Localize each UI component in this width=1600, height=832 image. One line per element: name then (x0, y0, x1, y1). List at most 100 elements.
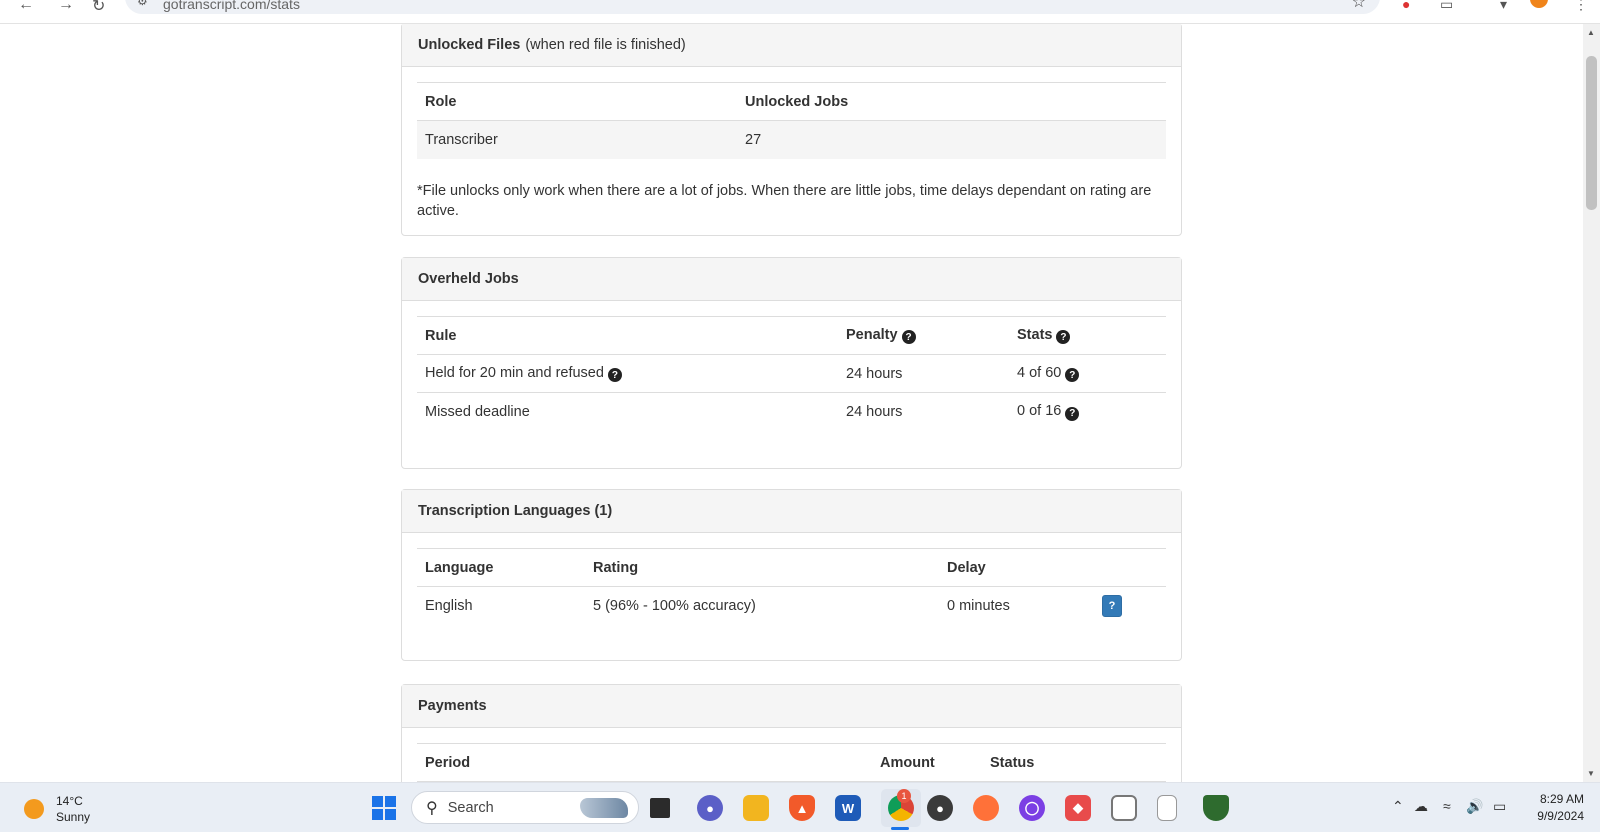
penalty-cell: 24 hours (838, 392, 1009, 431)
question-icon[interactable]: ? (1065, 368, 1080, 383)
weather-desc: Sunny (56, 810, 91, 824)
col-role: Role (417, 82, 737, 121)
tor-browser-icon[interactable]: ◯ (1019, 795, 1045, 821)
site-info-icon[interactable]: ⚙ (137, 0, 148, 8)
question-icon[interactable]: ? (1056, 330, 1071, 345)
battery-icon[interactable]: ▭ (1493, 798, 1506, 815)
system-clock[interactable]: 8:29 AM 9/9/2024 (1520, 791, 1584, 825)
search-icon: ⚲ (426, 799, 438, 817)
rating-cell: 5 (96% - 100% accuracy) (585, 586, 939, 625)
col-amount: Amount (872, 743, 982, 782)
table-row: Held for 20 min and refused? 24 hours 4 … (417, 354, 1166, 393)
word-icon[interactable]: W (835, 795, 861, 821)
unlocked-files-subtitle: (when red file is finished) (525, 37, 686, 53)
overheld-jobs-heading: Overheld Jobs (402, 258, 1181, 301)
fl-studio-icon[interactable]: ● (927, 795, 953, 821)
languages-table: Language Rating Delay English 5 (96% - 1… (417, 548, 1166, 625)
browser-menu-icon[interactable]: ⋮ (1574, 0, 1588, 13)
penalty-cell: 24 hours (838, 354, 1009, 393)
role-cell: Transcriber (417, 120, 737, 159)
rule-cell: Missed deadline (417, 392, 838, 431)
scrollbar-thumb[interactable] (1586, 56, 1597, 210)
extension-blocked-icon[interactable]: ● (1402, 0, 1410, 12)
languages-panel: Transcription Languages (1) Language Rat… (401, 489, 1182, 661)
onedrive-cloud-icon[interactable]: ☁ (1414, 798, 1428, 815)
overheld-jobs-panel: Overheld Jobs Rule Penalty? Stats? Held … (401, 257, 1182, 469)
chrome-badge: 1 (897, 789, 911, 803)
sun-icon (24, 799, 44, 819)
page-scrollbar[interactable]: ▲ ▼ (1583, 24, 1600, 782)
help-cell: ? (1094, 586, 1166, 625)
rule-label: Held for 20 min and refused (425, 364, 604, 381)
downloads-icon[interactable]: ▭ (1440, 0, 1453, 13)
file-explorer-icon[interactable] (743, 795, 769, 821)
col-stats: Stats? (1009, 316, 1166, 355)
col-penalty: Penalty? (838, 316, 1009, 355)
payments-title: Payments (418, 698, 487, 714)
table-row: English 5 (96% - 100% accuracy) 0 minute… (417, 586, 1166, 625)
col-status: Status (982, 743, 1166, 782)
table-row: Transcriber 27 (417, 120, 1166, 159)
table-row: Missed deadline 24 hours 0 of 16? (417, 392, 1166, 431)
anydesk-icon[interactable]: ◆ (1065, 795, 1091, 821)
question-icon[interactable]: ? (901, 330, 916, 345)
col-unlocked-jobs: Unlocked Jobs (737, 82, 1166, 121)
page-content: Unlocked Files (when red file is finishe… (0, 24, 1583, 782)
notepad-icon[interactable] (1157, 795, 1177, 821)
unlock-note: *File unlocks only work when there are a… (417, 182, 1152, 219)
tray-chevron-up-icon[interactable]: ⌃ (1392, 798, 1404, 815)
task-view-icon[interactable] (650, 798, 670, 818)
col-delay: Delay (939, 548, 1094, 587)
window-app-icon[interactable] (1111, 795, 1137, 821)
help-button[interactable]: ? (1102, 594, 1122, 617)
col-rating: Rating (585, 548, 939, 587)
unlocked-files-table: Role Unlocked Jobs Transcriber 27 (417, 82, 1166, 159)
active-indicator (891, 827, 909, 830)
shield-app-icon[interactable] (1203, 795, 1229, 821)
volume-icon[interactable]: 🔊 (1466, 798, 1483, 815)
payments-heading: Payments (402, 685, 1181, 728)
windows-start-icon[interactable] (372, 796, 396, 820)
address-url[interactable]: gotranscript.com/stats (163, 0, 300, 12)
taskbar-search[interactable]: ⚲ Search (411, 791, 639, 824)
col-period: Period (417, 743, 872, 782)
stats-value: 4 of 60 (1017, 364, 1062, 381)
chat-icon[interactable]: ● (697, 795, 723, 821)
stats-cell: 4 of 60? (1009, 354, 1166, 393)
back-icon[interactable]: ← (18, 0, 34, 14)
brave-browser-icon[interactable]: ▲ (789, 795, 815, 821)
question-icon[interactable]: ? (1065, 406, 1080, 421)
tab-menu-icon[interactable]: ▾ (1500, 0, 1507, 13)
unlocked-jobs-cell: 27 (737, 120, 1166, 159)
stats-cell: 0 of 16? (1009, 392, 1166, 431)
address-bar[interactable]: ⚙ gotranscript.com/stats ☆ (125, 0, 1380, 14)
overheld-jobs-table: Rule Penalty? Stats? Held for 20 min and… (417, 316, 1166, 431)
col-rule: Rule (417, 316, 838, 355)
clock-time: 8:29 AM (1539, 792, 1584, 806)
payments-panel: Payments Period Amount Status (401, 684, 1182, 782)
bookmark-star-icon[interactable]: ☆ (1352, 0, 1366, 12)
unlocked-files-panel: Unlocked Files (when red file is finishe… (401, 24, 1182, 236)
forward-icon[interactable]: → (58, 0, 74, 14)
delay-cell: 0 minutes (939, 586, 1094, 625)
rule-cell: Held for 20 min and refused? (417, 354, 838, 393)
unlocked-files-title: Unlocked Files (418, 37, 521, 53)
payments-table: Period Amount Status (417, 743, 1166, 782)
search-label: Search (447, 799, 494, 816)
weather-widget[interactable]: 14°C Sunny (24, 793, 90, 825)
taskbar: 14°C Sunny ⚲ Search ● ▲ W 1 ● ◯ ◆ ⌃ ☁ ≈ … (0, 782, 1600, 832)
browser-toolbar: ← → ↻ ⚙ gotranscript.com/stats ☆ ● ▭ ▾ ⋮ (0, 0, 1600, 24)
firefox-icon[interactable] (973, 795, 999, 821)
weather-temp: 14°C (56, 794, 83, 808)
wifi-icon[interactable]: ≈ (1443, 798, 1451, 814)
languages-title: Transcription Languages (1) (418, 503, 613, 519)
profile-avatar[interactable] (1530, 0, 1548, 8)
question-icon[interactable]: ? (607, 368, 622, 383)
scroll-up-arrow-icon[interactable]: ▲ (1587, 28, 1595, 37)
search-highlight-icon (580, 798, 628, 818)
col-penalty-label: Penalty (846, 326, 898, 343)
col-language: Language (417, 548, 585, 587)
reload-icon[interactable]: ↻ (92, 0, 105, 16)
scroll-down-arrow-icon[interactable]: ▼ (1587, 769, 1595, 778)
clock-date: 9/9/2024 (1537, 809, 1584, 823)
